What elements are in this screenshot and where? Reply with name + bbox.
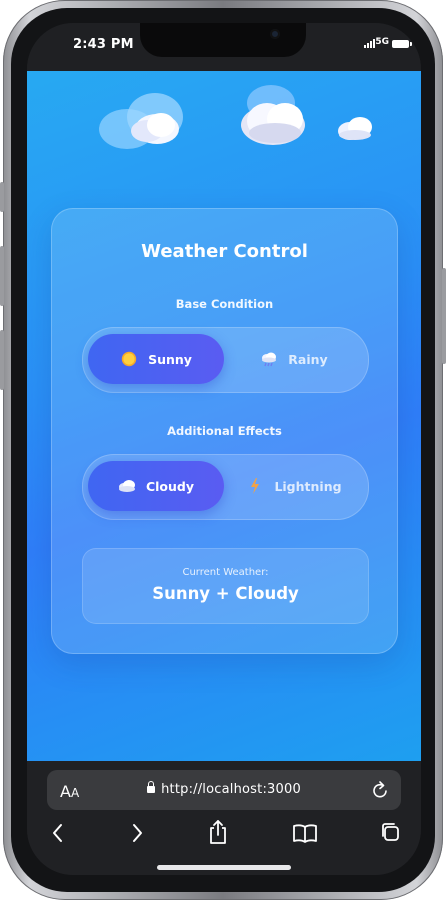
- additional-effects-toggle: Cloudy Lightning: [82, 454, 369, 520]
- cloud-center-icon: [241, 85, 305, 145]
- status-bar: 2:43 PM 5G: [27, 23, 421, 71]
- weather-app: Weather Control Base Condition Sunny Rai…: [27, 71, 421, 761]
- browser-toolbar: [27, 817, 421, 851]
- lock-icon: [147, 781, 156, 793]
- home-indicator: [157, 865, 291, 870]
- cloudy-option-label: Cloudy: [145, 478, 195, 494]
- base-condition-label: Base Condition: [175, 297, 274, 311]
- cloud-small-icon: [338, 117, 372, 140]
- front-camera-icon: [270, 29, 280, 39]
- action-button: [0, 182, 4, 212]
- volume-down-button: [0, 330, 4, 390]
- screen: 2:43 PM 5G Weather Control Base Conditio…: [27, 23, 421, 875]
- additional-effects-label: Additional Effects: [167, 424, 282, 438]
- dynamic-island: [140, 23, 306, 57]
- power-button: [442, 268, 446, 364]
- signal-icon: [364, 39, 375, 48]
- safari-browser-bar: AA http://localhost:3000: [27, 761, 421, 875]
- sunny-option-button[interactable]: Sunny: [88, 334, 224, 384]
- url-display[interactable]: http://localhost:3000: [47, 781, 401, 797]
- lightning-option-button[interactable]: Lightning: [226, 461, 362, 511]
- cloudy-option-button[interactable]: Cloudy: [88, 461, 224, 511]
- base-condition-toggle: Sunny Rainy: [82, 327, 369, 393]
- lightning-option-label: Lightning: [274, 478, 342, 494]
- weather-control-panel: Weather Control Base Condition Sunny Rai…: [51, 208, 398, 654]
- battery-icon: [392, 40, 412, 48]
- current-weather-value: Sunny + Cloudy: [152, 584, 299, 603]
- current-weather-card: Current Weather: Sunny + Cloudy: [82, 548, 369, 624]
- cloud-left-icon: [99, 93, 183, 149]
- panel-title: Weather Control: [141, 241, 308, 262]
- bookmarks-icon[interactable]: [292, 822, 318, 844]
- lightning-icon: [251, 478, 260, 494]
- forward-icon[interactable]: [130, 823, 144, 843]
- rain-cloud-icon: [262, 352, 277, 367]
- current-weather-label: Current Weather:: [182, 567, 269, 578]
- cloud-icon: [118, 480, 135, 492]
- reload-icon[interactable]: [371, 780, 389, 800]
- rainy-option-label: Rainy: [288, 351, 328, 367]
- address-bar[interactable]: AA http://localhost:3000: [47, 770, 401, 810]
- back-icon[interactable]: [51, 823, 65, 843]
- sun-icon: [121, 351, 137, 367]
- rainy-option-button[interactable]: Rainy: [226, 334, 362, 384]
- share-icon[interactable]: [207, 819, 229, 845]
- tabs-icon[interactable]: [379, 821, 401, 843]
- url-text: http://localhost:3000: [161, 782, 301, 797]
- volume-up-button: [0, 246, 4, 306]
- sunny-option-label: Sunny: [148, 351, 192, 367]
- network-type: 5G: [375, 37, 389, 47]
- status-time: 2:43 PM: [73, 37, 134, 52]
